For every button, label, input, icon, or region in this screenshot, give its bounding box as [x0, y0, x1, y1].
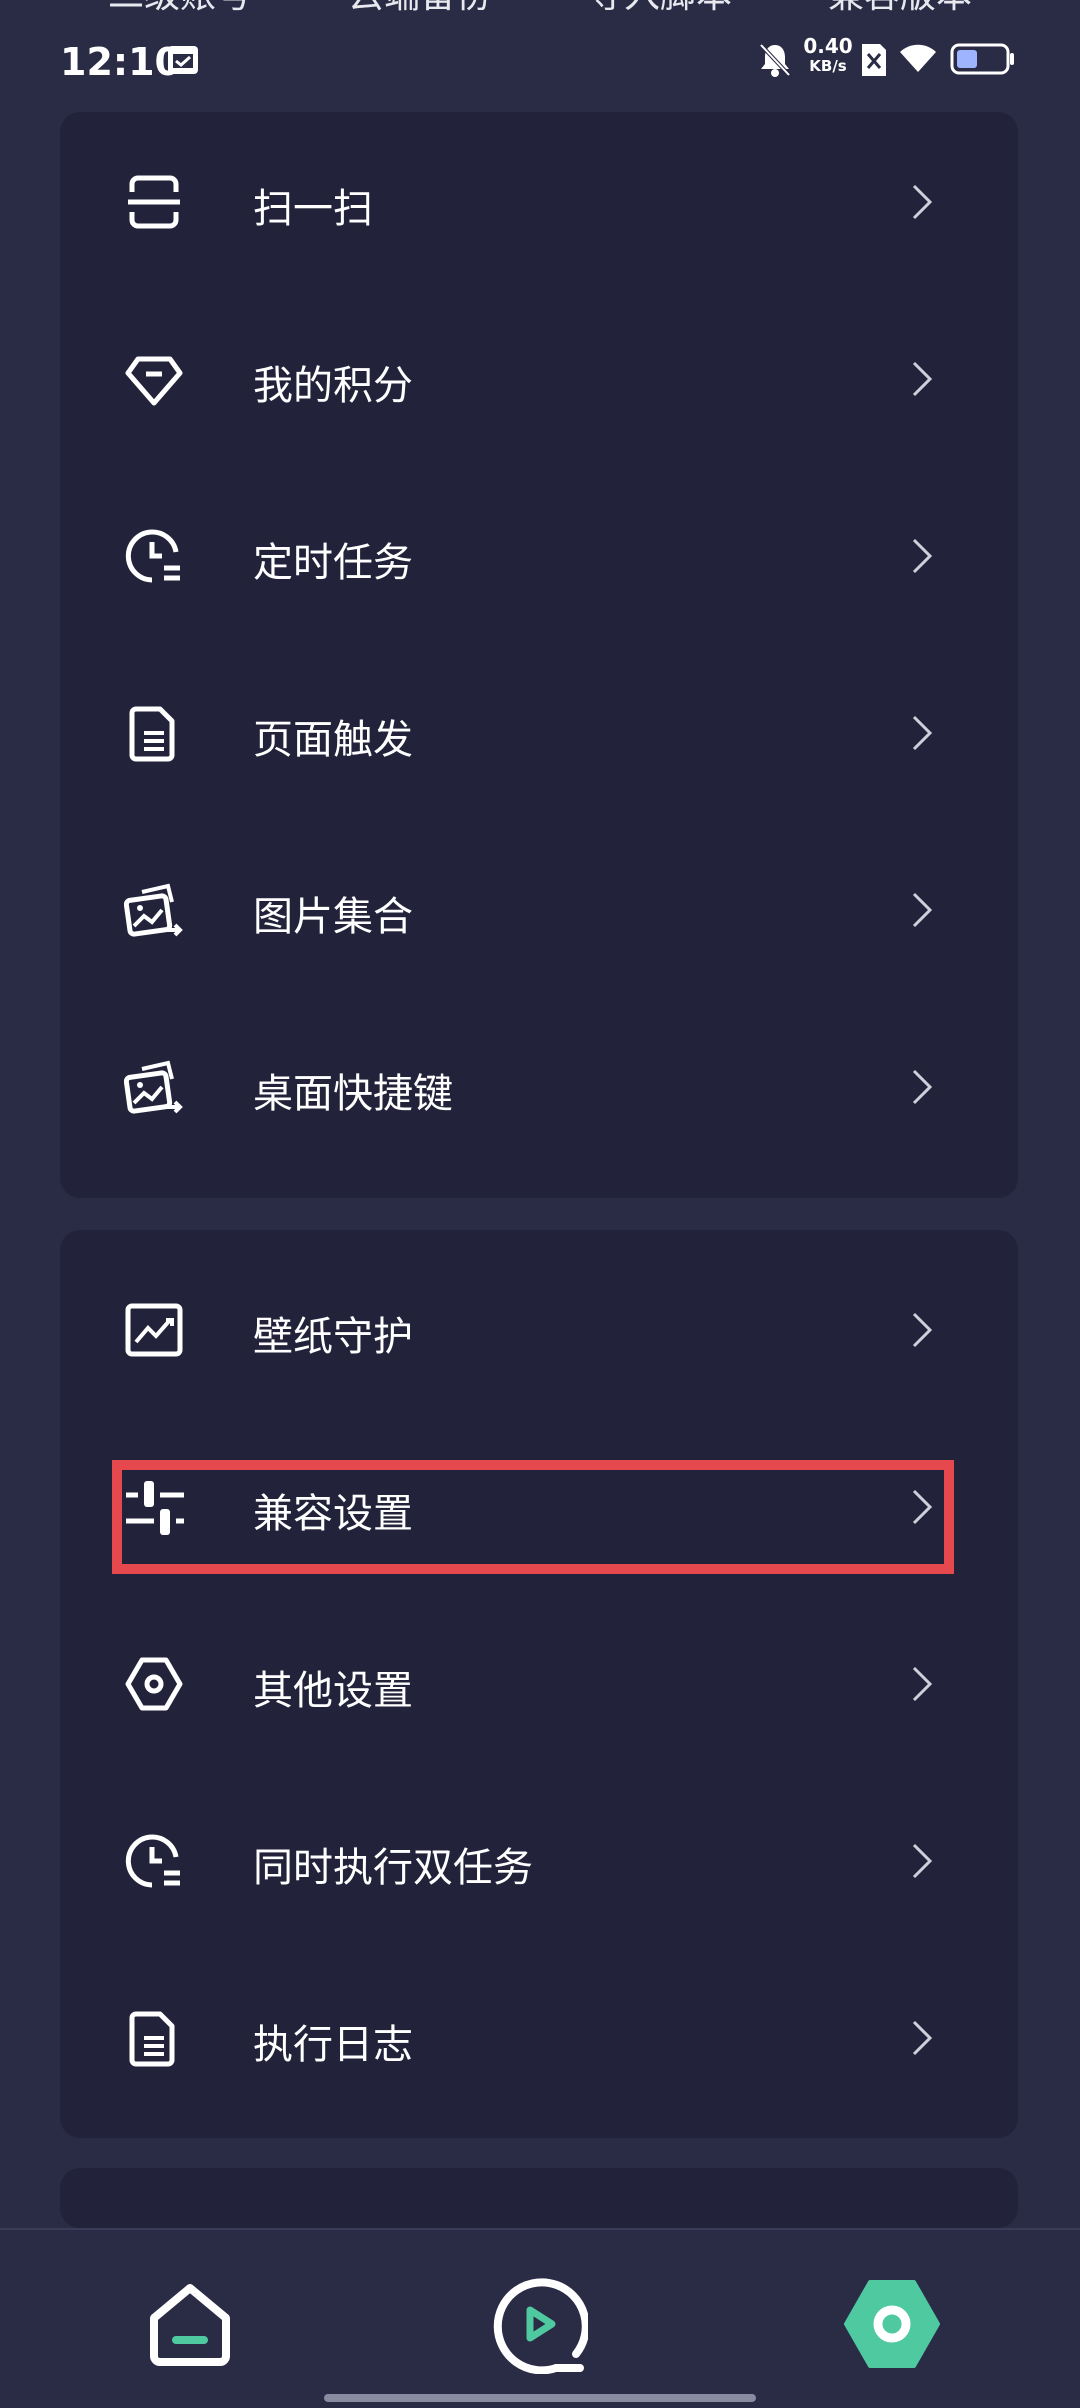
chevron-right-icon [912, 538, 933, 574]
chevron-right-icon [912, 892, 933, 928]
chevron-right-icon [912, 184, 933, 220]
home-indicator [324, 2394, 756, 2402]
network-speed: 0.40 KB/s [800, 36, 856, 76]
menu-item-label: 我的积分 [253, 363, 413, 409]
screen: 二级账号 云端备份 导入脚本 兼容版本 12:10 0.40 KB/s [0, 0, 1080, 2408]
status-bar: 12:10 0.40 KB/s [0, 30, 1080, 94]
menu-card-1: 扫一扫 我的积分 定时任务 页面触发 图片集合 桌面快捷键 [60, 112, 1018, 1198]
chevron-right-icon [912, 1843, 933, 1879]
wifi-icon [900, 44, 936, 72]
play-circle-icon[interactable] [488, 2274, 588, 2374]
tab-import-script[interactable]: 导入脚本 [588, 0, 732, 18]
clock-list-icon [125, 529, 180, 583]
chevron-right-icon [912, 1666, 933, 1702]
tab-sub-account[interactable]: 二级账号 [108, 0, 252, 18]
menu-item-label: 执行日志 [253, 2022, 413, 2068]
menu-item-label: 图片集合 [253, 894, 413, 940]
network-speed-unit: KB/s [809, 57, 847, 75]
chevron-right-icon [912, 361, 933, 397]
chevron-right-icon [912, 1312, 933, 1348]
document-icon [129, 706, 175, 762]
menu-item-compatibility-settings[interactable]: 兼容设置 [60, 1447, 1018, 1567]
menu-item-desktop-shortcut[interactable]: 桌面快捷键 [60, 1027, 1018, 1147]
chevron-right-icon [912, 1069, 933, 1105]
scan-icon [128, 175, 180, 229]
document-icon [129, 2011, 175, 2067]
menu-item-label: 桌面快捷键 [253, 1071, 453, 1117]
menu-item-scheduled-task[interactable]: 定时任务 [60, 496, 1018, 616]
bell-off-icon [759, 43, 791, 77]
wallpaper-icon [125, 1303, 183, 1357]
menu-item-label: 兼容设置 [253, 1491, 413, 1537]
status-time: 12:10 [60, 40, 181, 84]
hexagon-settings-icon[interactable] [842, 2274, 942, 2374]
bottom-nav [0, 2228, 1080, 2408]
home-icon[interactable] [140, 2274, 240, 2374]
image-collection-icon [124, 883, 183, 937]
menu-item-scan[interactable]: 扫一扫 [60, 142, 1018, 262]
menu-item-label: 同时执行双任务 [253, 1845, 533, 1891]
sliders-icon [126, 1481, 184, 1535]
menu-item-execution-log[interactable]: 执行日志 [60, 1978, 1018, 2098]
diamond-icon [125, 356, 183, 406]
menu-item-wallpaper-guard[interactable]: 壁纸守护 [60, 1270, 1018, 1390]
tab-cloud-backup[interactable]: 云端备份 [348, 0, 492, 18]
menu-item-dual-task[interactable]: 同时执行双任务 [60, 1801, 1018, 1921]
top-tab-strip: 二级账号 云端备份 导入脚本 兼容版本 [0, 0, 1080, 26]
battery-icon [950, 43, 1014, 75]
network-speed-value: 0.40 [803, 34, 853, 58]
calendar-icon [168, 46, 198, 74]
menu-item-label: 定时任务 [253, 540, 413, 586]
chevron-right-icon [912, 2020, 933, 2056]
menu-item-page-trigger[interactable]: 页面触发 [60, 673, 1018, 793]
sim-x-icon [862, 44, 886, 76]
menu-item-label: 扫一扫 [253, 186, 373, 232]
tab-compatible-version[interactable]: 兼容版本 [828, 0, 972, 18]
chevron-right-icon [912, 1489, 933, 1525]
clock-list-icon [125, 1834, 180, 1888]
menu-item-label: 页面触发 [253, 717, 413, 763]
menu-card-2: 壁纸守护 兼容设置 其他设置 同时执行双任务 执行日志 [60, 1230, 1018, 2138]
menu-card-3 [60, 2168, 1018, 2228]
hexagon-settings-icon [125, 1657, 183, 1711]
menu-item-label: 壁纸守护 [253, 1314, 413, 1360]
menu-item-other-settings[interactable]: 其他设置 [60, 1624, 1018, 1744]
menu-item-image-collection[interactable]: 图片集合 [60, 850, 1018, 970]
image-collection-icon [124, 1060, 183, 1114]
chevron-right-icon [912, 715, 933, 751]
menu-item-label: 其他设置 [253, 1668, 413, 1714]
menu-item-points[interactable]: 我的积分 [60, 319, 1018, 439]
